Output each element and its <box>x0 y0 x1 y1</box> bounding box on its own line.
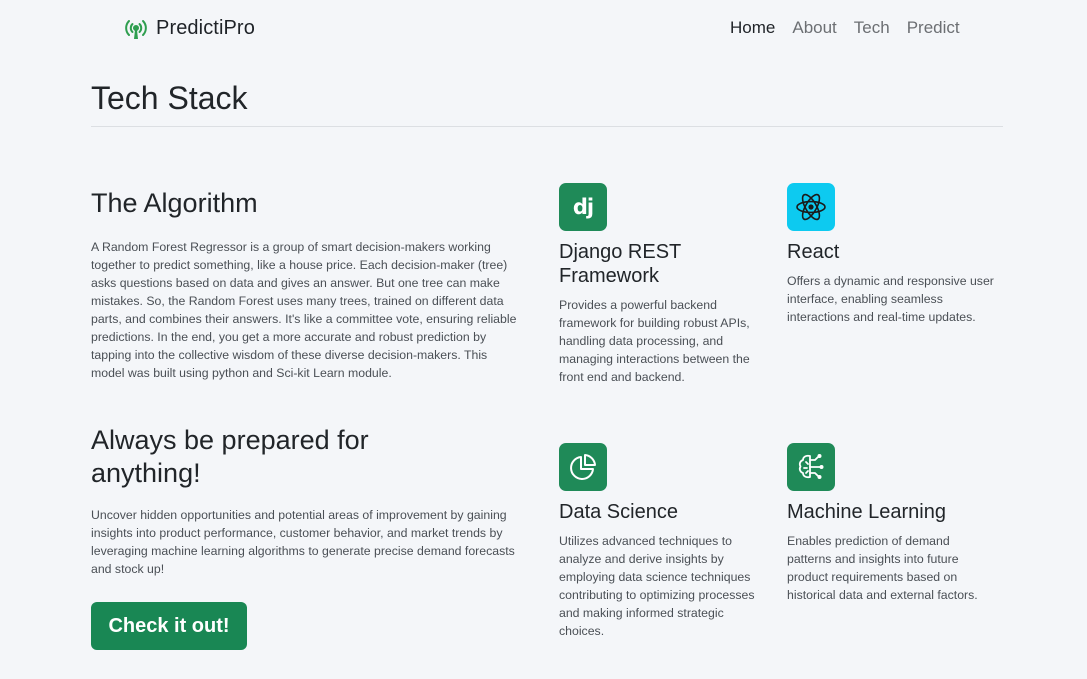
feature-django: dj Django REST Framework Provides a powe… <box>559 183 759 386</box>
feature-title: Django REST Framework <box>559 241 681 287</box>
brand-name: PredictiPro <box>156 16 255 39</box>
feature-title: Machine Learning <box>787 501 946 523</box>
react-atom-icon <box>787 183 835 231</box>
nav-links: Home About Tech Predict <box>730 18 977 38</box>
feature-description: Offers a dynamic and responsive user int… <box>787 274 994 324</box>
title-divider <box>91 126 1003 127</box>
nav-about[interactable]: About <box>792 18 836 38</box>
top-navbar: PredictiPro Home About Tech Predict <box>0 0 1087 56</box>
nav-tech[interactable]: Tech <box>854 18 890 38</box>
algorithm-description: A Random Forest Regressor is a group of … <box>91 240 517 380</box>
prepared-description: Uncover hidden opportunities and potenti… <box>91 508 515 576</box>
feature-title: React <box>787 241 840 263</box>
django-icon: dj <box>559 183 607 231</box>
pie-chart-icon <box>559 443 607 491</box>
feature-data-science: Data Science Utilizes advanced technique… <box>559 443 764 640</box>
feature-description: Enables prediction of demand patterns an… <box>787 534 978 602</box>
feature-description: Utilizes advanced techniques to analyze … <box>559 534 755 638</box>
nav-predict[interactable]: Predict <box>907 18 960 38</box>
feature-machine-learning: Machine Learning Enables prediction of d… <box>787 443 997 604</box>
nav-home[interactable]: Home <box>730 18 775 38</box>
page-title: Tech Stack <box>91 80 248 116</box>
django-icon-text: dj <box>572 195 594 219</box>
prepared-heading: Always be prepared for anything! <box>91 425 369 488</box>
feature-react: React Offers a dynamic and responsive us… <box>787 183 997 326</box>
broadcast-icon <box>122 15 150 41</box>
algorithm-heading: The Algorithm <box>91 188 258 218</box>
check-it-out-button[interactable]: Check it out! <box>91 602 247 650</box>
brand-link[interactable]: PredictiPro <box>122 15 255 41</box>
feature-title: Data Science <box>559 501 678 523</box>
brain-circuit-icon <box>787 443 835 491</box>
feature-description: Provides a powerful backend framework fo… <box>559 298 750 384</box>
